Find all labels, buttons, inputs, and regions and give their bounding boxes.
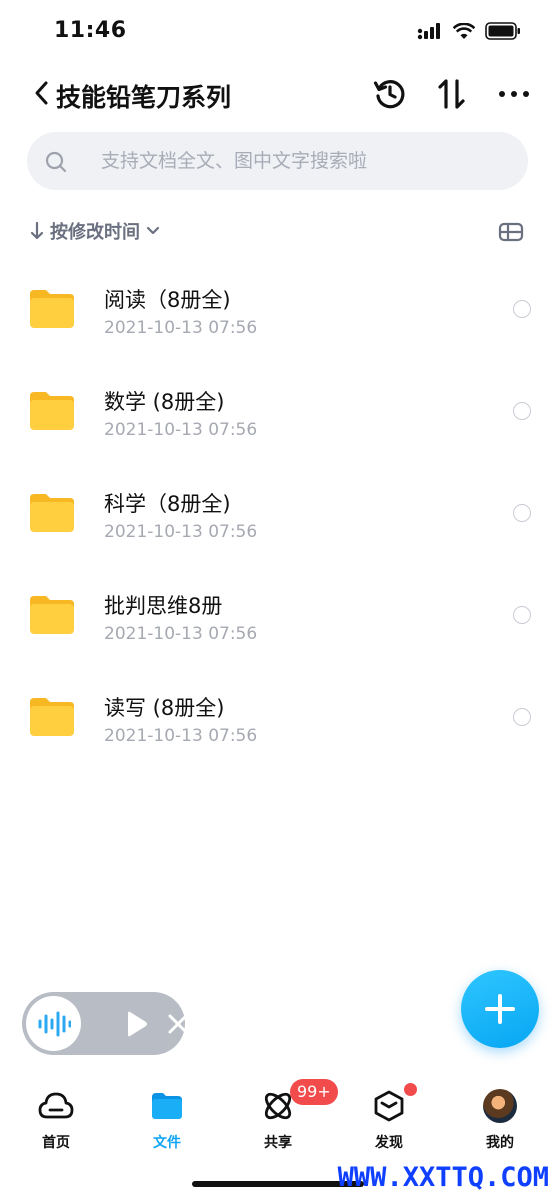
battery-icon <box>485 22 520 40</box>
file-name: 读写 (8册全) <box>104 696 225 720</box>
play-icon[interactable] <box>122 1010 150 1038</box>
status-icons <box>417 22 521 40</box>
sort-dropdown[interactable]: 按修改时间 <box>30 214 160 248</box>
file-name: 数学 (8册全) <box>104 390 225 414</box>
tab-label: 文件 <box>153 1135 181 1151</box>
status-time: 11:46 <box>54 18 127 43</box>
file-date: 2021-10-13 07:56 <box>104 318 258 338</box>
close-icon[interactable] <box>166 1012 190 1036</box>
folder-icon <box>30 290 74 328</box>
tab-home[interactable]: 首页 <box>11 1086 101 1156</box>
search-bar[interactable] <box>27 132 528 190</box>
cube-icon <box>369 1086 409 1126</box>
file-list: 阅读（8册全) 2021-10-13 07:56 数学 (8册全) 2021-1… <box>0 258 555 768</box>
history-icon <box>373 80 405 109</box>
audio-player[interactable] <box>22 992 188 1055</box>
select-radio[interactable] <box>513 504 531 522</box>
add-button[interactable] <box>461 970 539 1048</box>
list-item[interactable]: 科学（8册全) 2021-10-13 07:56 <box>0 462 555 564</box>
folder-icon <box>147 1086 187 1126</box>
file-name: 批判思维8册 <box>104 594 223 618</box>
plus-icon <box>485 994 515 1024</box>
more-button[interactable] <box>494 74 534 114</box>
folder-icon <box>30 698 74 736</box>
file-date: 2021-10-13 07:56 <box>104 726 258 746</box>
down-arrow-icon <box>30 221 44 240</box>
list-item[interactable]: 读写 (8册全) 2021-10-13 07:56 <box>0 666 555 768</box>
view-mode-icon[interactable] <box>497 218 525 246</box>
cloud-icon <box>36 1086 76 1126</box>
file-date: 2021-10-13 07:56 <box>104 522 258 542</box>
list-item[interactable]: 批判思维8册 2021-10-13 07:56 <box>0 564 555 666</box>
page-title: 技能铅笔刀系列 <box>56 83 232 112</box>
back-chevron-icon[interactable] <box>30 78 54 108</box>
file-name: 阅读（8册全) <box>104 288 231 312</box>
sort-label: 按修改时间 <box>50 222 140 243</box>
avatar <box>480 1086 520 1126</box>
list-item[interactable]: 数学 (8册全) 2021-10-13 07:56 <box>0 360 555 462</box>
share-badge: 99+ <box>290 1079 338 1105</box>
more-dots-icon <box>499 91 529 97</box>
history-button[interactable] <box>370 74 410 114</box>
search-icon <box>45 151 67 173</box>
tab-discover[interactable]: 发现 <box>344 1086 434 1156</box>
select-radio[interactable] <box>513 708 531 726</box>
tab-files[interactable]: 文件 <box>122 1086 212 1156</box>
sound-wave-icon <box>38 1011 71 1036</box>
chevron-down-icon <box>146 226 160 235</box>
file-date: 2021-10-13 07:56 <box>104 624 258 644</box>
list-item[interactable]: 阅读（8册全) 2021-10-13 07:56 <box>0 258 555 360</box>
status-bar: 11:46 <box>0 0 555 62</box>
sort-toggle-button[interactable] <box>432 74 472 114</box>
tab-label: 发现 <box>375 1135 403 1151</box>
select-radio[interactable] <box>513 606 531 624</box>
file-name: 科学（8册全) <box>104 492 231 516</box>
nav-header: 技能铅笔刀系列 <box>0 66 555 122</box>
discover-dot-badge <box>404 1083 417 1096</box>
bottom-tab-bar: 首页 文件 共享 发现 我的 <box>0 1080 555 1160</box>
tab-label: 共享 <box>264 1135 292 1151</box>
folder-icon <box>30 392 74 430</box>
tab-label: 我的 <box>486 1135 514 1151</box>
folder-icon <box>30 596 74 634</box>
search-input[interactable] <box>101 132 511 190</box>
tab-me[interactable]: 我的 <box>455 1086 545 1156</box>
select-radio[interactable] <box>513 402 531 420</box>
cellular-signal-icon <box>417 23 440 40</box>
tab-label: 首页 <box>42 1135 70 1151</box>
audio-wave-button[interactable] <box>26 996 81 1051</box>
sort-arrows-icon <box>438 79 465 109</box>
folder-icon <box>30 494 74 532</box>
watermark: WWW.XXTTQ.COM <box>337 1162 549 1193</box>
file-date: 2021-10-13 07:56 <box>104 420 258 440</box>
wifi-icon <box>453 22 475 39</box>
select-radio[interactable] <box>513 300 531 318</box>
